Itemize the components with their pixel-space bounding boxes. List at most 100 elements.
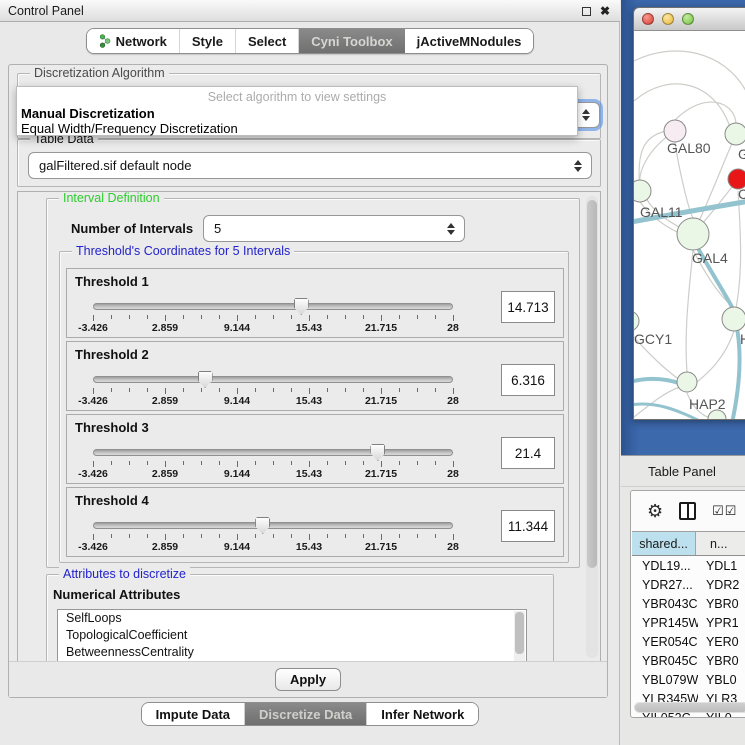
slider-tick <box>291 315 292 319</box>
slider-tick <box>201 315 202 319</box>
slider-track[interactable] <box>93 376 453 383</box>
algorithm-option-manual[interactable]: Manual Discretization <box>21 106 155 121</box>
network-canvas[interactable]: GAL80GACGAL11GAL4GCY1HHAP2 <box>634 31 745 420</box>
threshold-value-field[interactable]: 14.713 <box>501 291 555 323</box>
threshold-slider[interactable]: -3.4262.8599.14415.4321.71528 <box>93 445 453 479</box>
network-node[interactable] <box>664 120 686 142</box>
slider-tick <box>129 534 130 538</box>
threshold-value-field[interactable]: 21.4 <box>501 437 555 469</box>
network-graph: GAL80GACGAL11GAL4GCY1HHAP2 <box>634 31 745 420</box>
interval-definition-label: Interval Definition <box>59 191 164 205</box>
table-horizontal-scrollbar[interactable] <box>634 702 745 713</box>
attribute-list-item[interactable]: BetweennessCentrality <box>58 644 526 661</box>
attribute-list-item[interactable]: SelfLoops <box>58 610 526 627</box>
table-row[interactable]: YPR145WYPR1 <box>632 613 745 632</box>
network-node[interactable] <box>634 180 651 202</box>
thresholds-group: Threshold's Coordinates for 5 Intervals … <box>59 251 569 563</box>
apply-button[interactable]: Apply <box>275 668 341 691</box>
slider-tick <box>435 315 436 319</box>
zoom-traffic-light-icon[interactable] <box>682 13 694 25</box>
network-node[interactable] <box>677 218 709 250</box>
tab-impute-data[interactable]: Impute Data <box>142 703 245 725</box>
desktop-background: GAL80GACGAL11GAL4GCY1HHAP2 <box>621 0 745 455</box>
bottom-tab-bar: Impute Data Discretize Data Infer Networ… <box>0 702 620 726</box>
network-node-label: GCY1 <box>634 331 672 347</box>
algorithm-option-equal-width[interactable]: Equal Width/Frequency Discretization <box>21 121 238 136</box>
table-row[interactable]: YDL19...YDL1 <box>632 556 745 575</box>
slider-tick-label: 28 <box>447 468 459 480</box>
float-window-icon[interactable] <box>582 7 591 16</box>
network-node[interactable] <box>677 372 697 392</box>
table-row[interactable]: YBR045CYBR0 <box>632 651 745 670</box>
threshold-box: Threshold 4 -3.4262.8599.14415.4321.7152… <box>66 487 564 557</box>
minimize-traffic-light-icon[interactable] <box>662 13 674 25</box>
tab-style[interactable]: Style <box>180 29 236 53</box>
node-table-panel: ⚙ ☑☑ shared... n... YDL19...YDL1YDR27...… <box>630 490 745 718</box>
tab-jactivemnodules[interactable]: jActiveMNodules <box>405 29 534 53</box>
threshold-value-field[interactable]: 11.344 <box>501 510 555 542</box>
close-icon[interactable]: ✖ <box>600 5 610 17</box>
slider-tick <box>147 534 148 538</box>
network-node[interactable] <box>634 311 639 331</box>
slider-track[interactable] <box>93 522 453 529</box>
slider-tick <box>345 534 346 538</box>
slider-track[interactable] <box>93 449 453 456</box>
slider-tick <box>417 461 418 465</box>
column-header-shared-name[interactable]: shared... <box>632 532 696 555</box>
table-row[interactable]: YER054CYER0 <box>632 632 745 651</box>
slider-tick <box>327 315 328 319</box>
slider-tick <box>381 388 382 394</box>
numerical-attributes-list[interactable]: SelfLoopsTopologicalCoefficientBetweenne… <box>57 609 527 663</box>
column-header-name[interactable]: n... <box>696 532 745 555</box>
slider-tick <box>435 461 436 465</box>
slider-tick <box>435 534 436 538</box>
tab-network[interactable]: Network <box>87 29 180 53</box>
threshold-value-field[interactable]: 6.316 <box>501 364 555 396</box>
threshold-slider[interactable]: -3.4262.8599.14415.4321.71528 <box>93 299 453 333</box>
slider-thumb[interactable] <box>255 517 270 534</box>
slider-tick-label: 15.43 <box>296 395 322 407</box>
network-node[interactable] <box>722 307 745 331</box>
slider-tick <box>453 315 454 321</box>
column-checkbox-icons[interactable]: ☑☑ <box>712 503 737 519</box>
threshold-box: Threshold 2 -3.4262.8599.14415.4321.7152… <box>66 341 564 411</box>
tab-discretize-data[interactable]: Discretize Data <box>245 703 367 725</box>
close-traffic-light-icon[interactable] <box>642 13 654 25</box>
gear-icon[interactable]: ⚙ <box>647 502 663 520</box>
slider-tick <box>93 388 94 394</box>
tab-infer-network[interactable]: Infer Network <box>367 703 478 725</box>
table-data-combobox[interactable]: galFiltered.sif default node <box>28 152 592 179</box>
slider-thumb[interactable] <box>294 298 309 315</box>
settings-vertical-scrollbar[interactable] <box>586 196 598 658</box>
threshold-slider[interactable]: -3.4262.8599.14415.4321.71528 <box>93 372 453 406</box>
slider-tick <box>345 461 346 465</box>
split-columns-icon[interactable] <box>679 502 696 520</box>
slider-tick <box>129 315 130 319</box>
attributes-group-label: Attributes to discretize <box>59 567 190 581</box>
table-row[interactable]: YBR043CYBR0 <box>632 594 745 613</box>
slider-tick <box>453 461 454 467</box>
table-row[interactable]: YBL079WYBL0 <box>632 670 745 689</box>
attr-list-scrollbar[interactable] <box>514 611 525 663</box>
number-of-intervals-spinner[interactable]: 5 <box>203 215 465 242</box>
tab-select[interactable]: Select <box>236 29 299 53</box>
slider-tick <box>165 315 166 321</box>
slider-tick-label: 15.43 <box>296 322 322 334</box>
slider-track[interactable] <box>93 303 453 310</box>
network-view-window[interactable]: GAL80GACGAL11GAL4GCY1HHAP2 <box>633 7 745 420</box>
top-tab-bar: Network Style Select Cyni Toolbox jActiv… <box>0 28 620 54</box>
slider-tick <box>219 388 220 392</box>
slider-tick <box>453 534 454 540</box>
slider-tick <box>147 461 148 465</box>
threshold-slider[interactable]: -3.4262.8599.14415.4321.71528 <box>93 518 453 552</box>
slider-tick <box>291 388 292 392</box>
table-row[interactable]: YDR27...YDR2 <box>632 575 745 594</box>
tab-cyni-toolbox[interactable]: Cyni Toolbox <box>299 29 404 53</box>
numerical-attributes-label: Numerical Attributes <box>53 587 180 602</box>
network-node[interactable] <box>725 123 745 145</box>
slider-thumb[interactable] <box>370 444 385 461</box>
attribute-list-item[interactable]: TopologicalCoefficient <box>58 627 526 644</box>
slider-tick-label: 9.144 <box>224 395 250 407</box>
slider-tick <box>417 315 418 319</box>
slider-thumb[interactable] <box>198 371 213 388</box>
